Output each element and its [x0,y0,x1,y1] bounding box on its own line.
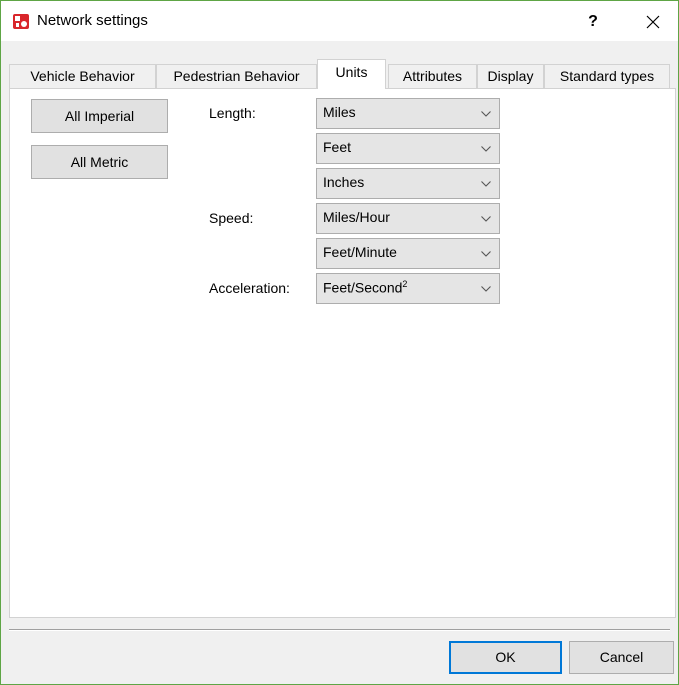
chevron-down-icon [481,216,491,222]
close-button[interactable] [633,9,673,35]
tab-vehicle-behavior[interactable]: Vehicle Behavior [9,64,156,88]
app-logo-icon [13,14,29,29]
length-unit-value: Inches [323,174,365,190]
length-unit-value: Feet [323,139,352,155]
speed-unit-select[interactable]: Miles/Hour [316,203,500,234]
chevron-down-icon [481,251,491,257]
help-button[interactable]: ? [573,9,613,35]
length-unit-select[interactable]: Inches [316,168,500,199]
tab-units[interactable]: Units [317,59,386,89]
ok-button[interactable]: OK [449,641,562,674]
acceleration-unit-select[interactable]: Feet/Second2 [316,273,500,304]
tab-standard-types[interactable]: Standard types [544,64,670,88]
footer-divider [9,629,670,631]
chevron-down-icon [481,181,491,187]
speed-unit-value: Feet/Minute [323,244,397,260]
title-bar: Network settings ? [1,1,678,41]
tab-pedestrian-behavior[interactable]: Pedestrian Behavior [156,64,317,88]
speed-label: Speed: [209,210,254,226]
length-unit-select[interactable]: Miles [316,98,500,129]
all-metric-button[interactable]: All Metric [31,145,168,179]
chevron-down-icon [481,286,491,292]
length-label: Length: [209,105,256,121]
acceleration-label: Acceleration: [209,280,290,296]
length-unit-select[interactable]: Feet [316,133,500,164]
speed-unit-value: Miles/Hour [323,209,390,225]
acceleration-exponent: 2 [402,279,408,289]
length-unit-value: Miles [323,104,356,120]
all-imperial-button[interactable]: All Imperial [31,99,168,133]
tab-attributes[interactable]: Attributes [388,64,477,88]
acceleration-unit-value: Feet/Second2 [323,279,408,296]
speed-unit-select[interactable]: Feet/Minute [316,238,500,269]
chevron-down-icon [481,146,491,152]
close-icon [646,15,660,29]
dialog-title: Network settings [37,12,148,29]
cancel-button[interactable]: Cancel [569,641,674,674]
chevron-down-icon [481,111,491,117]
network-settings-dialog: Network settings ? Vehicle Behavior Pede… [0,0,679,685]
tab-display[interactable]: Display [477,64,544,88]
